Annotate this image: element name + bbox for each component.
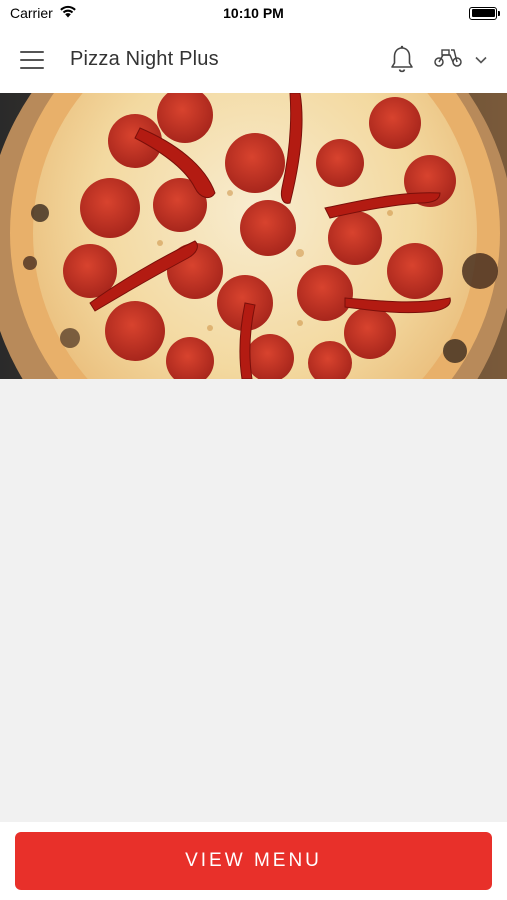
view-menu-button[interactable]: VIEW MENU [15, 832, 492, 890]
hero-pizza-image [0, 93, 507, 379]
carrier-label: Carrier [10, 5, 53, 21]
app-header: Pizza Night Plus [0, 26, 507, 93]
footer: VIEW MENU [0, 822, 507, 900]
chevron-down-icon [475, 51, 487, 69]
wifi-icon [59, 5, 77, 21]
status-left: Carrier [10, 5, 77, 21]
header-actions [389, 45, 487, 75]
scooter-icon [433, 46, 463, 73]
battery-icon [469, 6, 500, 20]
status-bar: Carrier 10:10 PM [0, 0, 507, 26]
bell-icon[interactable] [389, 45, 415, 75]
hamburger-menu-icon[interactable] [20, 45, 50, 75]
delivery-mode-selector[interactable] [433, 46, 487, 73]
page-title: Pizza Night Plus [70, 48, 219, 70]
